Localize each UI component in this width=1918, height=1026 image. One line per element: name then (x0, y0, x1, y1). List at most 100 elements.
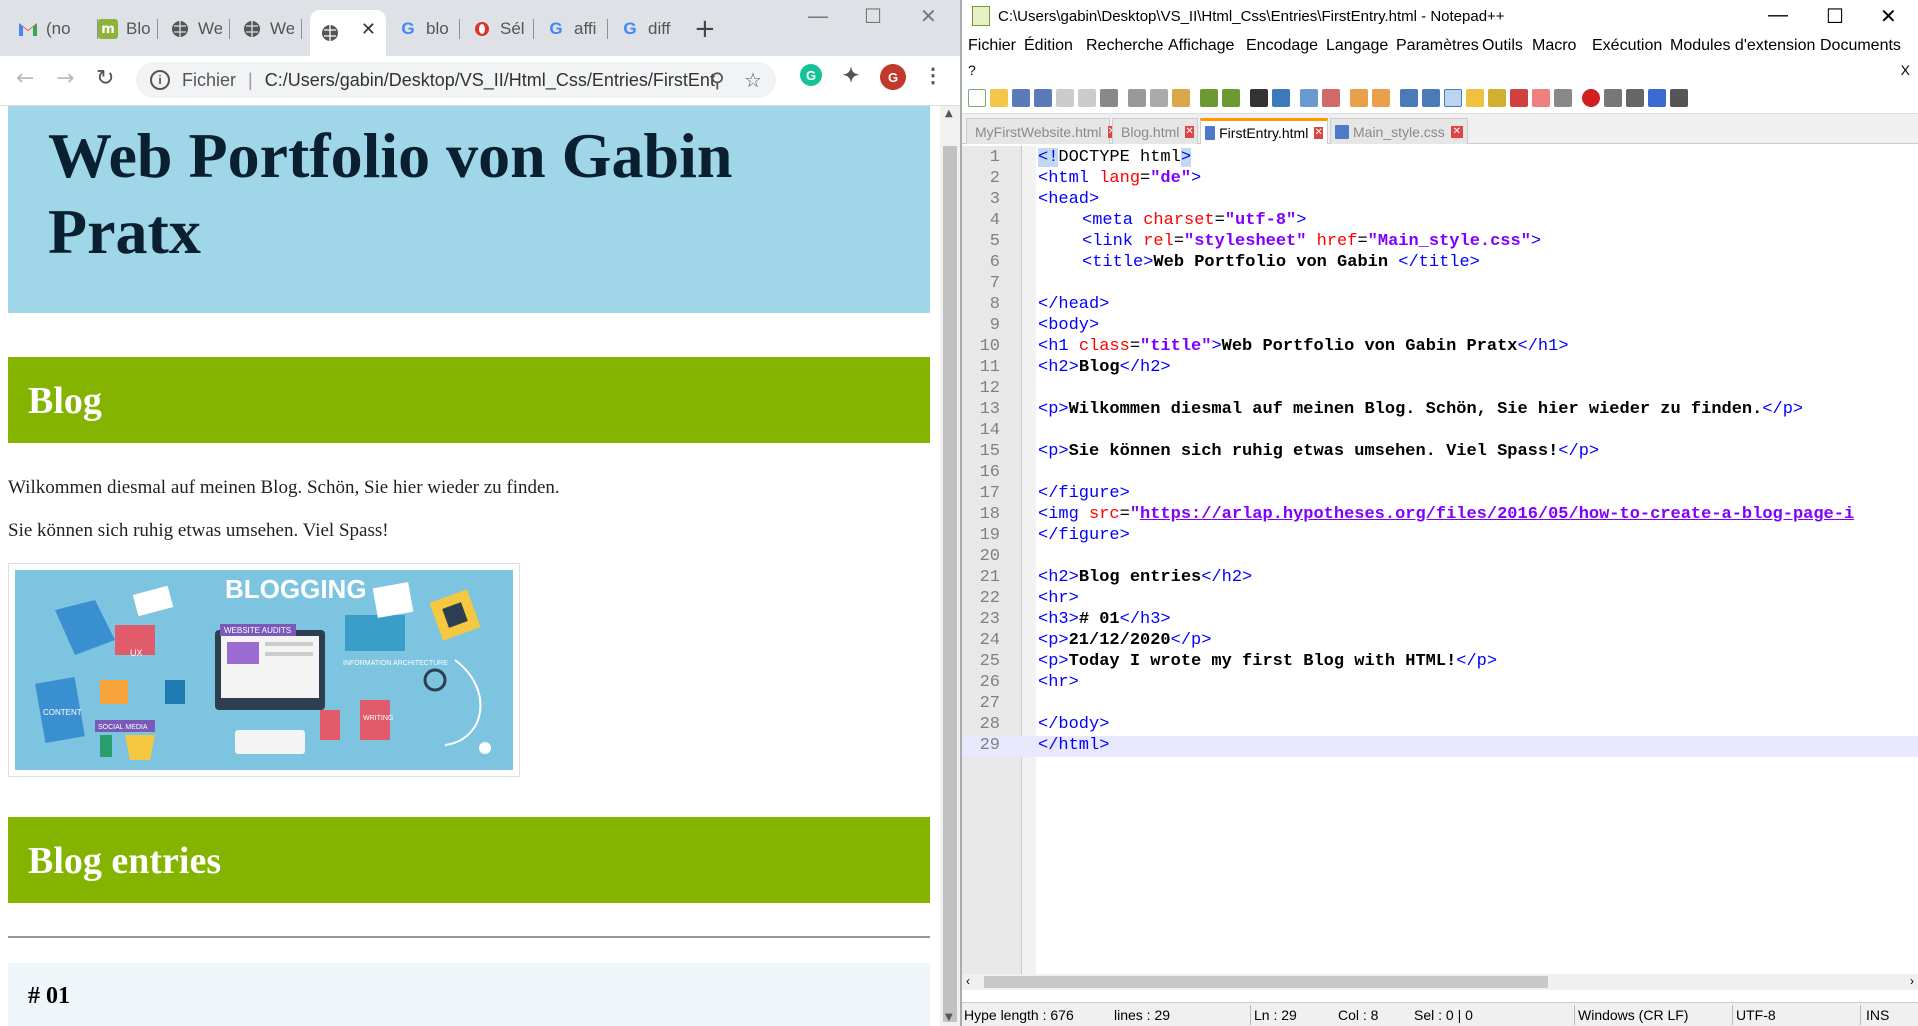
close-file-icon[interactable] (1056, 89, 1074, 107)
code-editor[interactable]: 1 <!DOCTYPE html> 2 <html lang="de"> 3 <hea… (962, 146, 1918, 974)
save-all-icon[interactable] (1034, 89, 1052, 107)
folder-workspace-icon[interactable] (1532, 89, 1550, 107)
udl-icon[interactable] (1466, 89, 1484, 107)
open-file-icon[interactable] (990, 89, 1008, 107)
tab-google-blo[interactable]: G blo (388, 10, 460, 48)
tab-web-2[interactable]: We (232, 10, 302, 48)
close-tab-icon[interactable]: ✕ (361, 19, 376, 40)
menu-execution[interactable]: Exécution (1592, 37, 1662, 55)
minimize-icon[interactable]: ― (808, 4, 828, 28)
reload-icon[interactable]: ↻ (96, 66, 114, 91)
code-line: 7 (989, 274, 1000, 293)
file-tab-main-style[interactable]: Main_style.css ✕ (1330, 118, 1468, 144)
scrollbar-thumb[interactable] (943, 146, 957, 1022)
scroll-down-icon[interactable]: ▼ (945, 1012, 953, 1023)
close-tab-icon[interactable]: ✕ (1185, 125, 1194, 138)
tab-active[interactable]: ✕ (310, 10, 386, 56)
show-all-chars-icon[interactable] (1422, 89, 1440, 107)
menu-encodage[interactable]: Encodage (1246, 37, 1318, 55)
info-icon[interactable]: i (150, 70, 170, 90)
monitoring-icon[interactable] (1554, 89, 1572, 107)
code-line: 4 <meta charset="utf-8"> (989, 211, 1307, 230)
tab-gmail[interactable]: (no (8, 10, 98, 48)
new-tab-button[interactable]: + (694, 14, 716, 44)
more-menu-icon[interactable]: ⋮ (922, 64, 944, 87)
file-tab-firstentry[interactable]: FirstEntry.html ✕ (1200, 118, 1328, 144)
url-text[interactable]: C:/Users/gabin/Desktop/VS_II/Html_Css/En… (265, 70, 715, 91)
back-icon[interactable]: ← (16, 66, 34, 91)
close-document-icon[interactable]: X (1901, 62, 1910, 78)
menu-affichage[interactable]: Affichage (1168, 37, 1234, 55)
svg-text:WEBSITE AUDITS: WEBSITE AUDITS (224, 626, 291, 635)
code-line: 10 <h1 class="title">Web Portfolio von Ga… (979, 337, 1569, 356)
word-wrap-icon[interactable] (1400, 89, 1418, 107)
bookmark-star-icon[interactable]: ☆ (744, 68, 762, 93)
menu-fichier[interactable]: Fichier (968, 37, 1016, 55)
copy-icon[interactable] (1150, 89, 1168, 107)
page-scrollbar[interactable]: ▲ ▼ (940, 106, 960, 1026)
close-window-icon[interactable]: ✕ (920, 4, 937, 28)
menu-recherche[interactable]: Recherche (1086, 37, 1163, 55)
scrollbar-thumb[interactable] (984, 976, 1548, 988)
play-macro-icon[interactable] (1626, 89, 1644, 107)
paste-icon[interactable] (1172, 89, 1190, 107)
minimize-icon[interactable]: ― (1768, 4, 1788, 27)
sync-h-icon[interactable] (1372, 89, 1390, 107)
print-icon[interactable] (1100, 89, 1118, 107)
indent-guide-icon[interactable] (1444, 89, 1462, 107)
menu-langage[interactable]: Langage (1326, 37, 1388, 55)
replace-icon[interactable] (1272, 89, 1290, 107)
new-file-icon[interactable] (968, 89, 986, 107)
stop-macro-icon[interactable] (1604, 89, 1622, 107)
forward-icon[interactable]: → (56, 66, 74, 91)
save-icon[interactable] (1012, 89, 1030, 107)
doc-map-icon[interactable] (1488, 89, 1506, 107)
tab-strip: (no m Blo We We ✕ G blo Sél G affi G dif… (0, 0, 960, 56)
address-bar[interactable]: i Fichier | C:/Users/gabin/Desktop/VS_II… (136, 62, 776, 98)
close-window-icon[interactable]: ✕ (1880, 4, 1897, 29)
tab-blog[interactable]: m Blo (88, 10, 158, 48)
horizontal-scrollbar[interactable]: ‹ › (962, 974, 1918, 990)
scroll-up-icon[interactable]: ▲ (945, 108, 953, 119)
maximize-icon[interactable]: ☐ (864, 4, 882, 28)
tab-opera[interactable]: Sél (462, 10, 534, 48)
scroll-right-icon[interactable]: › (1910, 974, 1914, 988)
profile-avatar[interactable]: G (880, 64, 906, 90)
menu-outils[interactable]: Outils (1482, 37, 1523, 55)
undo-icon[interactable] (1200, 89, 1218, 107)
record-macro-icon[interactable] (1582, 89, 1600, 107)
find-icon[interactable] (1250, 89, 1268, 107)
maximize-icon[interactable]: ☐ (1826, 4, 1844, 29)
menu-modules[interactable]: Modules d'extension (1670, 37, 1815, 55)
status-col: Col : 8 (1338, 1007, 1379, 1023)
menu-macro[interactable]: Macro (1532, 37, 1576, 55)
file-tab-myfirstwebsite[interactable]: MyFirstWebsite.html✕ (966, 118, 1116, 144)
menu-help[interactable]: ? (968, 62, 976, 78)
scroll-left-icon[interactable]: ‹ (966, 974, 970, 988)
tab-google-diff[interactable]: G diff (610, 10, 682, 48)
file-tab-blog[interactable]: Blog.html ✕ (1112, 118, 1198, 144)
zoom-out-icon[interactable] (1322, 89, 1340, 107)
extensions-icon[interactable]: ✦ (840, 64, 862, 87)
menu-parametres[interactable]: Paramètres (1396, 37, 1479, 55)
play-multiple-icon[interactable] (1648, 89, 1666, 107)
menu-documents[interactable]: Documents (1820, 37, 1901, 55)
close-all-icon[interactable] (1078, 89, 1096, 107)
zoom-icon[interactable]: ⚲ (710, 68, 725, 93)
sync-v-icon[interactable] (1350, 89, 1368, 107)
menu-edition[interactable]: Édition (1024, 37, 1073, 55)
blogging-illustration: BLOGGING UX WEBSITE AUDITS INFORMATION A… (15, 570, 513, 770)
code-line: 2 <html lang="de"> (989, 169, 1202, 188)
save-macro-icon[interactable] (1670, 89, 1688, 107)
close-tab-icon[interactable]: ✕ (1314, 126, 1323, 139)
cut-icon[interactable] (1128, 89, 1146, 107)
redo-icon[interactable] (1222, 89, 1240, 107)
close-tab-icon[interactable]: ✕ (1450, 125, 1463, 138)
function-list-icon[interactable] (1510, 89, 1528, 107)
grammarly-icon[interactable]: G (800, 64, 822, 86)
notepad-toolbar (962, 82, 1918, 114)
tab-google-affi[interactable]: G affi (536, 10, 608, 48)
image-url-link[interactable]: https://arlap.hypotheses.org/files/2016/… (1140, 505, 1854, 524)
tab-web-1[interactable]: We (160, 10, 230, 48)
zoom-in-icon[interactable] (1300, 89, 1318, 107)
